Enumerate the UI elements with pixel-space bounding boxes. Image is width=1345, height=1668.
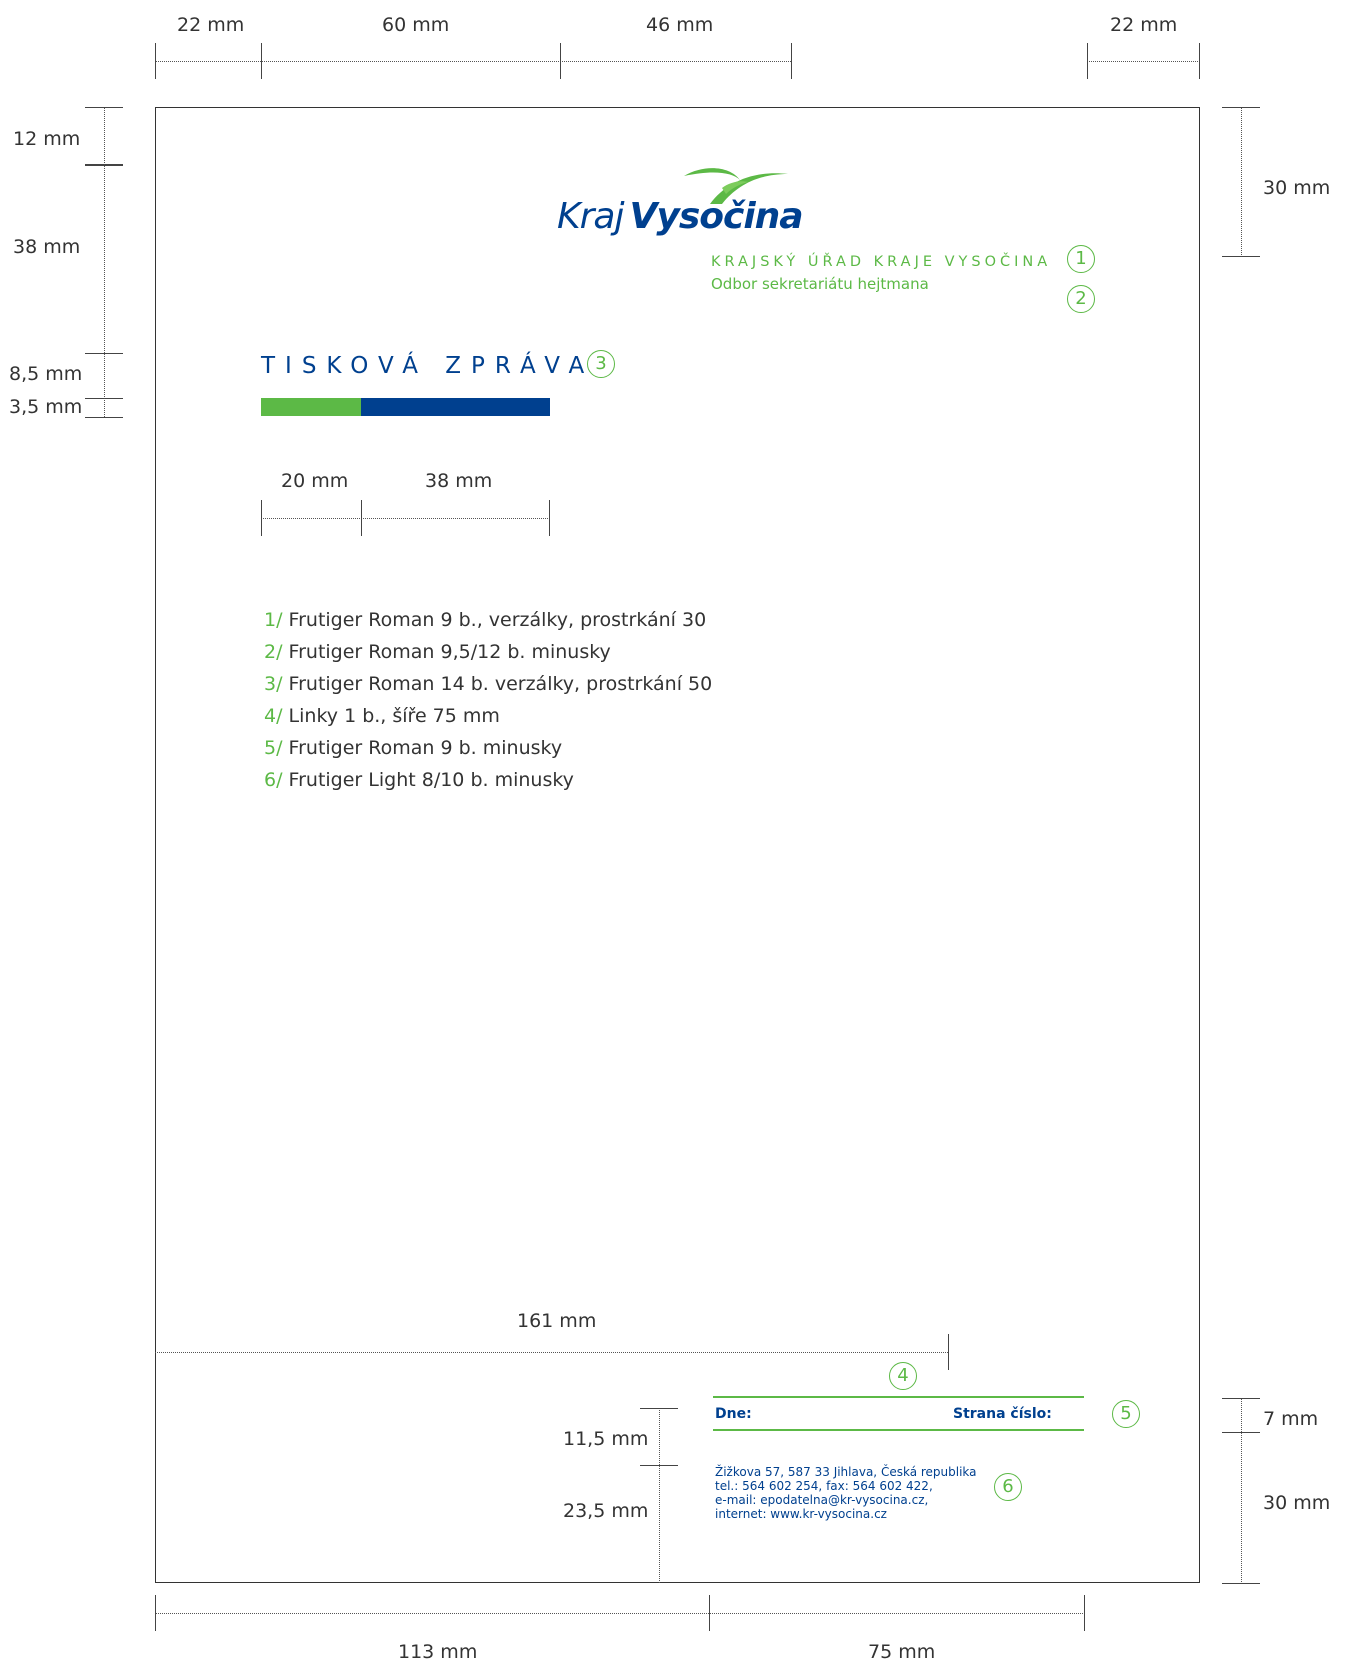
department-name: Odbor sekretariátu hejtmana — [711, 275, 929, 293]
logo-kraj: Kraj — [557, 196, 624, 237]
spec-num: 4/ — [264, 705, 283, 727]
footer-rule-bottom — [713, 1429, 1084, 1431]
tick — [791, 43, 792, 79]
page-number-label: Strana číslo: — [953, 1406, 1052, 1422]
tick — [85, 107, 123, 108]
tick — [261, 500, 262, 536]
footer-v-dim-line — [659, 1408, 660, 1583]
dim-top-logo-offset: 60 mm — [382, 14, 450, 36]
spec-item-4: 4/ Linky 1 b., šíře 75 mm — [264, 705, 500, 727]
dim-bottom-75: 75 mm — [868, 1641, 936, 1663]
dim-right-30-top: 30 mm — [1263, 177, 1331, 199]
spec-text: Frutiger Roman 9 b., verzálky, prostrkán… — [288, 609, 707, 631]
office-name: KRAJSKÝ ÚŘAD KRAJE VYSOČINA — [711, 254, 1052, 270]
tick — [85, 164, 123, 166]
spec-num: 6/ — [264, 769, 283, 791]
dim-top-logo-width: 46 mm — [646, 14, 714, 36]
tick — [560, 43, 561, 79]
tick — [85, 417, 123, 418]
tick — [1222, 1432, 1260, 1433]
tick — [261, 43, 262, 79]
address-block: Žižkova 57, 587 33 Jihlava, Česká republ… — [715, 1465, 977, 1521]
tick — [640, 1465, 678, 1466]
green-bar — [261, 398, 361, 416]
email-line: e-mail: epodatelna@kr-vysocina.cz, — [715, 1493, 929, 1507]
tick — [1222, 1583, 1260, 1584]
tick — [85, 398, 123, 399]
spec-text: Frutiger Light 8/10 b. minusky — [288, 769, 574, 791]
spec-item-1: 1/ Frutiger Roman 9 b., verzálky, prostr… — [264, 609, 706, 631]
spec-text: Frutiger Roman 9,5/12 b. minusky — [288, 641, 611, 663]
dim-left-12: 12 mm — [13, 128, 81, 150]
footer-dim-line — [155, 1352, 948, 1353]
tick — [1199, 43, 1200, 79]
spec-num: 5/ — [264, 737, 283, 759]
marker-1: 1 — [1067, 245, 1095, 273]
right-dim-line — [1241, 107, 1242, 257]
dim-top-left-margin: 22 mm — [177, 14, 245, 36]
spec-item-6: 6/ Frutiger Light 8/10 b. minusky — [264, 769, 574, 791]
right-dim-line — [1241, 1398, 1242, 1584]
dim-left-38: 38 mm — [13, 236, 81, 258]
address-line: Žižkova 57, 587 33 Jihlava, Česká republ… — [715, 1465, 977, 1479]
dim-top-right-margin: 22 mm — [1110, 14, 1178, 36]
spec-num: 2/ — [264, 641, 283, 663]
tick — [1222, 256, 1260, 257]
marker-4: 4 — [889, 1362, 917, 1390]
spec-text: Frutiger Roman 14 b. verzálky, prostrkán… — [288, 673, 713, 695]
tick — [709, 1595, 710, 1631]
date-label: Dne: — [715, 1406, 752, 1422]
dim-left-8-5: 8,5 mm — [9, 363, 83, 385]
tick — [549, 500, 550, 536]
document-title: TISKOVÁ ZPRÁVA — [261, 353, 595, 379]
tick — [1222, 1398, 1260, 1399]
tick — [948, 1334, 949, 1370]
tick — [1084, 1595, 1085, 1631]
dim-footer-11-5: 11,5 mm — [563, 1428, 649, 1450]
bar-dim-line — [261, 518, 550, 519]
dim-right-7: 7 mm — [1263, 1408, 1319, 1430]
dim-bar-green: 20 mm — [281, 470, 349, 492]
spec-text: Frutiger Roman 9 b. minusky — [288, 737, 563, 759]
marker-3: 3 — [587, 350, 615, 378]
dim-bottom-113: 113 mm — [398, 1641, 478, 1663]
spec-item-2: 2/ Frutiger Roman 9,5/12 b. minusky — [264, 641, 611, 663]
tick — [640, 1408, 678, 1409]
logo-vysocina: Vysočina — [629, 196, 803, 237]
footer-rule-top — [713, 1396, 1084, 1398]
spec-text: Linky 1 b., šíře 75 mm — [288, 705, 500, 727]
tick — [155, 43, 156, 79]
letterhead-page — [155, 107, 1200, 1583]
blue-bar — [361, 398, 550, 416]
spec-item-3: 3/ Frutiger Roman 14 b. verzálky, prostr… — [264, 673, 712, 695]
dim-footer-161: 161 mm — [517, 1310, 597, 1332]
spec-num: 1/ — [264, 609, 283, 631]
dim-right-30-bottom: 30 mm — [1263, 1492, 1331, 1514]
dim-left-3-5: 3,5 mm — [9, 396, 83, 418]
spec-num: 3/ — [264, 673, 283, 695]
tick — [361, 500, 362, 536]
tick — [85, 353, 123, 354]
marker-6: 6 — [994, 1473, 1022, 1501]
tick — [1222, 107, 1260, 108]
marker-5: 5 — [1112, 1400, 1140, 1428]
left-dim-line — [104, 107, 105, 417]
top-dim-line — [155, 61, 791, 62]
tick — [155, 1595, 156, 1631]
phone-line: tel.: 564 602 254, fax: 564 602 422, — [715, 1479, 933, 1493]
bottom-dim-line — [155, 1613, 1085, 1614]
logo-wordmark: Kraj Vysočina — [557, 196, 804, 237]
dim-footer-23-5: 23,5 mm — [563, 1500, 649, 1522]
marker-2: 2 — [1067, 285, 1095, 313]
web-line: internet: www.kr-vysocina.cz — [715, 1507, 887, 1521]
spec-item-5: 5/ Frutiger Roman 9 b. minusky — [264, 737, 562, 759]
top-right-dim-line — [1087, 61, 1200, 62]
tick — [1087, 43, 1088, 79]
dim-bar-blue: 38 mm — [425, 470, 493, 492]
